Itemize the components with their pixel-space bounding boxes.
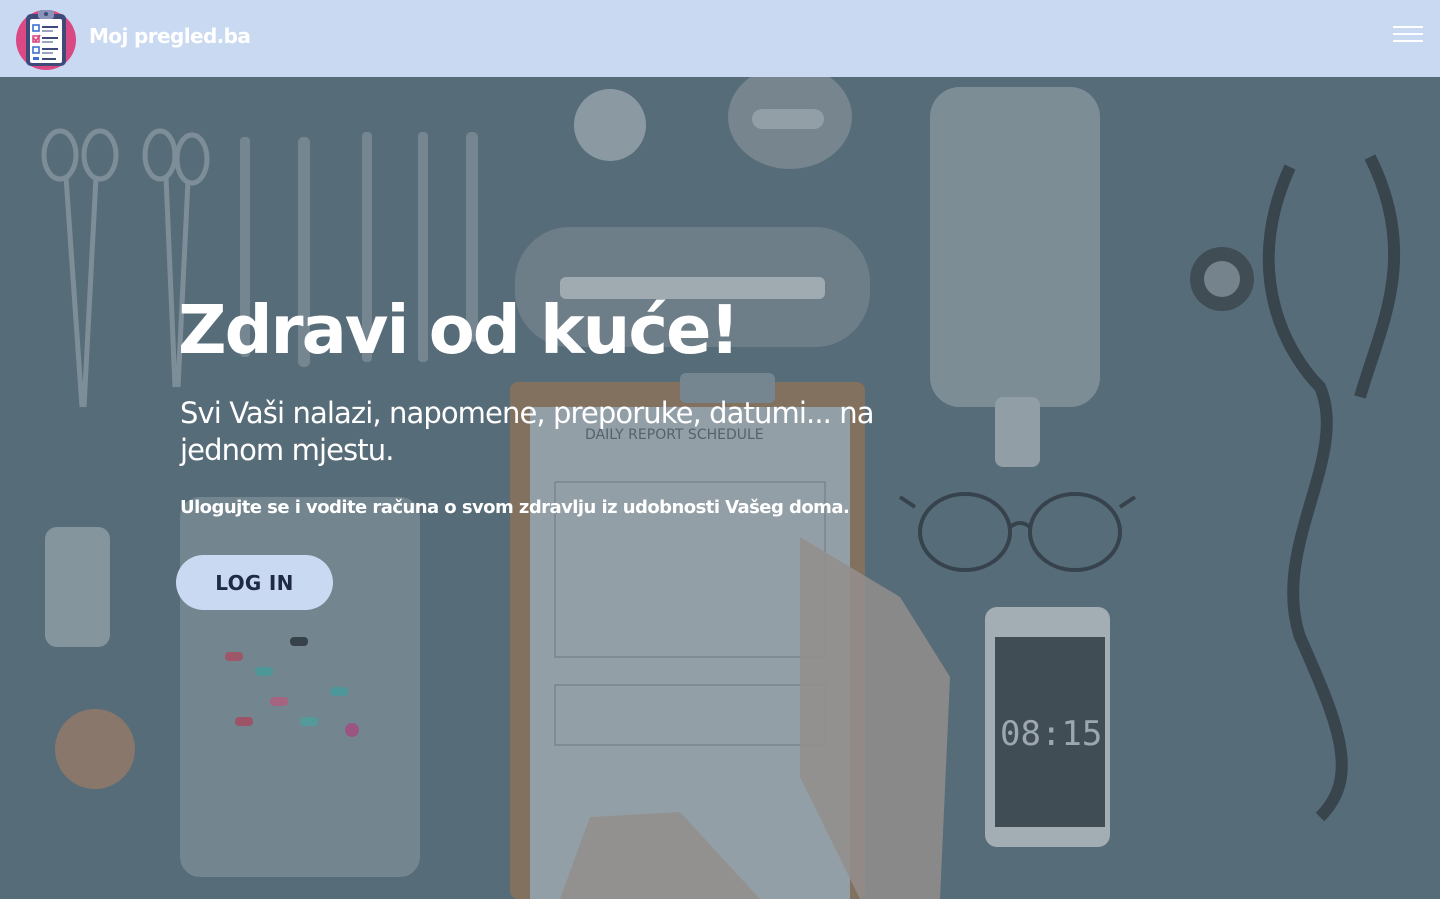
hero-section: DAILY REPORT SCHEDULE 08:15 Zdravi od ku… — [0, 77, 1440, 899]
hamburger-menu-icon[interactable] — [1386, 20, 1430, 48]
clipboard-checklist-icon[interactable] — [14, 6, 80, 70]
hero-subtitle: Svi Vaši nalazi, napomene, preporuke, da… — [180, 396, 875, 467]
hero-title: Zdravi od kuće! — [178, 291, 740, 369]
login-button[interactable]: LOG IN — [176, 555, 333, 610]
top-navbar: Moj pregled.ba — [0, 0, 1440, 77]
medical-desk-photo: DAILY REPORT SCHEDULE 08:15 — [0, 77, 1440, 899]
brand-name[interactable]: Moj pregled.ba — [89, 24, 251, 48]
hero-text: Ulogujte se i vodite računa o svom zdrav… — [180, 497, 850, 518]
